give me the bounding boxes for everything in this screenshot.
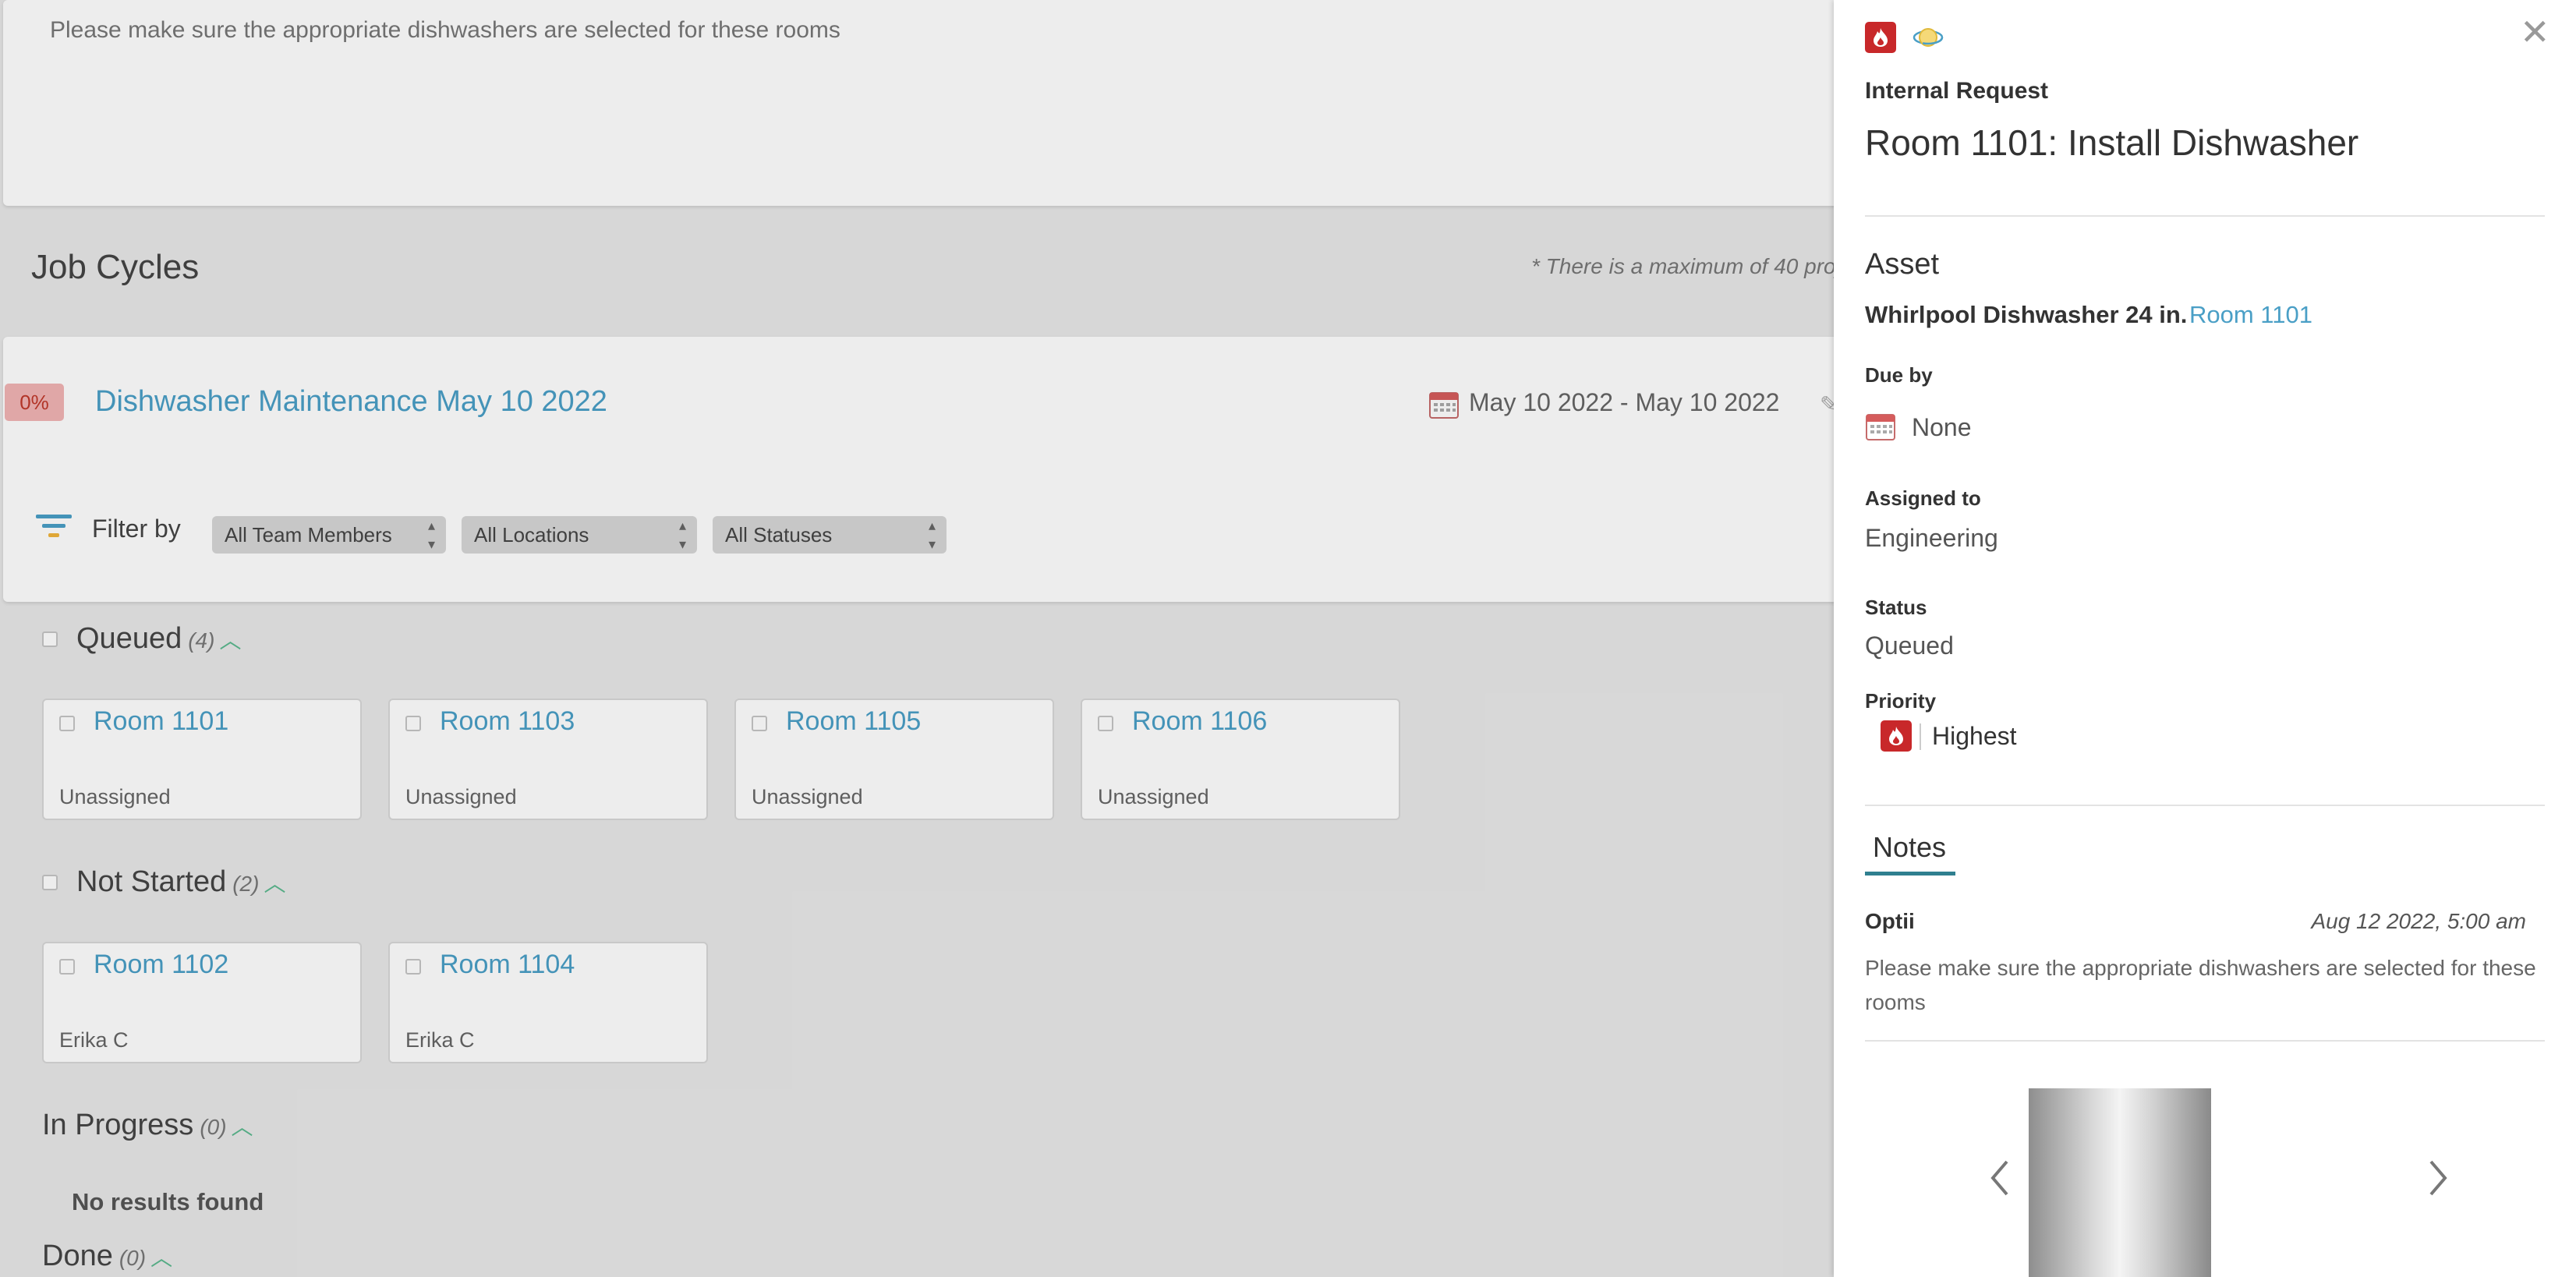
assigned-value: Engineering	[1865, 524, 1998, 552]
cycle-date-range: May 10 2022 - May 10 2022	[1469, 388, 1780, 416]
group-label: Queued	[76, 622, 182, 655]
team-members-select-value: All Team Members	[225, 523, 392, 547]
chevron-up-icon[interactable]: ︿	[150, 1246, 172, 1270]
filter-label: Filter by	[92, 515, 181, 543]
divider	[1865, 805, 2545, 806]
dishwasher-photo	[2029, 1088, 2211, 1277]
job-card-assignee: Unassigned	[752, 785, 863, 808]
job-card[interactable]: Room 1101 Unassigned	[42, 699, 362, 820]
group-count: (4)	[188, 628, 215, 653]
select-arrows-icon: ▴ ▾	[928, 518, 936, 552]
not-started-group-checkbox[interactable]	[42, 875, 58, 890]
calendar-icon	[1865, 410, 1896, 445]
due-value: None	[1912, 413, 1972, 441]
job-card-assignee: Erika C	[59, 1028, 129, 1052]
progress-percent: 0%	[19, 390, 49, 414]
calendar-icon	[1428, 388, 1460, 423]
request-type: Internal Request	[1865, 78, 2049, 104]
in-progress-group-header[interactable]: In Progress (0) ︿	[42, 1109, 253, 1142]
job-card-room[interactable]: Room 1104	[440, 950, 575, 980]
locations-select-value: All Locations	[474, 523, 589, 547]
job-card-checkbox[interactable]	[1098, 716, 1113, 731]
group-label: Not Started	[76, 865, 227, 898]
fire-icon	[1881, 720, 1912, 752]
job-cycle-card: 0% Dishwasher Maintenance May 10 2022 Ma…	[3, 337, 1859, 602]
status-value: Queued	[1865, 631, 1954, 660]
job-card-room[interactable]: Room 1102	[94, 950, 228, 980]
queued-group-checkbox[interactable]	[42, 631, 58, 647]
request-detail-panel: ✕ Internal Request Room 1101: Install Di…	[1834, 0, 2576, 1277]
chevron-up-icon[interactable]: ︿	[219, 628, 241, 653]
close-icon[interactable]: ✕	[2520, 14, 2550, 50]
job-card-room[interactable]: Room 1101	[94, 706, 228, 737]
done-group-header[interactable]: Done (0) ︿	[42, 1240, 172, 1273]
select-arrows-icon: ▴ ▾	[427, 518, 435, 552]
due-label: Due by	[1865, 363, 1933, 387]
job-card-checkbox[interactable]	[59, 716, 75, 731]
select-arrows-icon: ▴ ▾	[678, 518, 686, 552]
chevron-up-icon[interactable]: ︿	[264, 872, 285, 896]
queued-group-header[interactable]: Queued (4) ︿	[76, 622, 241, 656]
job-card-assignee: Unassigned	[405, 785, 517, 808]
divider	[1865, 1040, 2545, 1042]
asset-heading: Asset	[1865, 248, 1940, 281]
asset-name: Whirlpool Dishwasher 24 in.	[1865, 301, 2188, 328]
filter-icon	[36, 513, 73, 551]
globe-icon	[1912, 22, 1944, 57]
progress-badge: 0%	[5, 384, 64, 421]
request-title: Room 1101: Install Dishwasher	[1865, 122, 2359, 163]
priority-value: Highest	[1932, 722, 2017, 750]
note-timestamp: Aug 12 2022, 5:00 am	[2311, 909, 2526, 933]
group-count: (2)	[232, 872, 260, 896]
fire-icon	[1865, 22, 1896, 53]
locations-select[interactable]: All Locations ▴ ▾	[462, 516, 697, 554]
tab-notes-label: Notes	[1873, 831, 1947, 863]
note-text: Please make sure the appropriate dishwas…	[1865, 951, 2536, 1020]
chevron-right-icon[interactable]	[2426, 1158, 2450, 1201]
job-card-room[interactable]: Room 1103	[440, 706, 575, 737]
job-card[interactable]: Room 1103 Unassigned	[388, 699, 708, 820]
priority-label: Priority	[1865, 689, 1937, 713]
chevron-up-icon[interactable]: ︿	[232, 1115, 253, 1139]
job-card[interactable]: Room 1105 Unassigned	[734, 699, 1054, 820]
request-notes-card: Please make sure the appropriate dishwas…	[3, 0, 1859, 206]
group-label: In Progress	[42, 1109, 194, 1141]
job-cycles-title: Job Cycles	[31, 248, 200, 286]
tab-notes[interactable]: Notes	[1865, 831, 1955, 876]
max-projects-note: * There is a maximum of 40 proj	[1531, 254, 1841, 278]
note-text-line: rooms	[1865, 990, 1926, 1014]
divider	[1865, 215, 2545, 217]
note-text-line: Please make sure the appropriate dishwas…	[1865, 956, 2536, 980]
cycle-title-link[interactable]: Dishwasher Maintenance May 10 2022	[95, 385, 607, 419]
statuses-select[interactable]: All Statuses ▴ ▾	[713, 516, 947, 554]
statuses-select-value: All Statuses	[725, 523, 833, 547]
assigned-label: Assigned to	[1865, 486, 1981, 510]
team-members-select[interactable]: All Team Members ▴ ▾	[212, 516, 446, 554]
note-author: Optii	[1865, 909, 1915, 933]
job-card[interactable]: Room 1102 Erika C	[42, 942, 362, 1063]
job-card[interactable]: Room 1106 Unassigned	[1081, 699, 1400, 820]
group-count: (0)	[119, 1246, 147, 1270]
group-count: (0)	[200, 1115, 227, 1139]
job-card-checkbox[interactable]	[752, 716, 767, 731]
chevron-left-icon[interactable]	[1988, 1158, 2012, 1201]
job-card-assignee: Unassigned	[1098, 785, 1209, 808]
job-card-room[interactable]: Room 1105	[786, 706, 921, 737]
job-card-checkbox[interactable]	[59, 959, 75, 975]
status-label: Status	[1865, 596, 1927, 619]
no-results-text: No results found	[72, 1188, 264, 1215]
priority-separator	[1920, 723, 1921, 750]
not-started-group-header[interactable]: Not Started (2) ︿	[76, 865, 285, 899]
job-card-checkbox[interactable]	[405, 716, 421, 731]
job-card[interactable]: Room 1104 Erika C	[388, 942, 708, 1063]
job-card-assignee: Unassigned	[59, 785, 171, 808]
request-notes-text: Please make sure the appropriate dishwas…	[50, 17, 840, 43]
job-card-room[interactable]: Room 1106	[1132, 706, 1267, 737]
job-card-assignee: Erika C	[405, 1028, 475, 1052]
group-label: Done	[42, 1240, 113, 1272]
asset-location-link[interactable]: Room 1101	[2189, 301, 2312, 329]
job-card-checkbox[interactable]	[405, 959, 421, 975]
